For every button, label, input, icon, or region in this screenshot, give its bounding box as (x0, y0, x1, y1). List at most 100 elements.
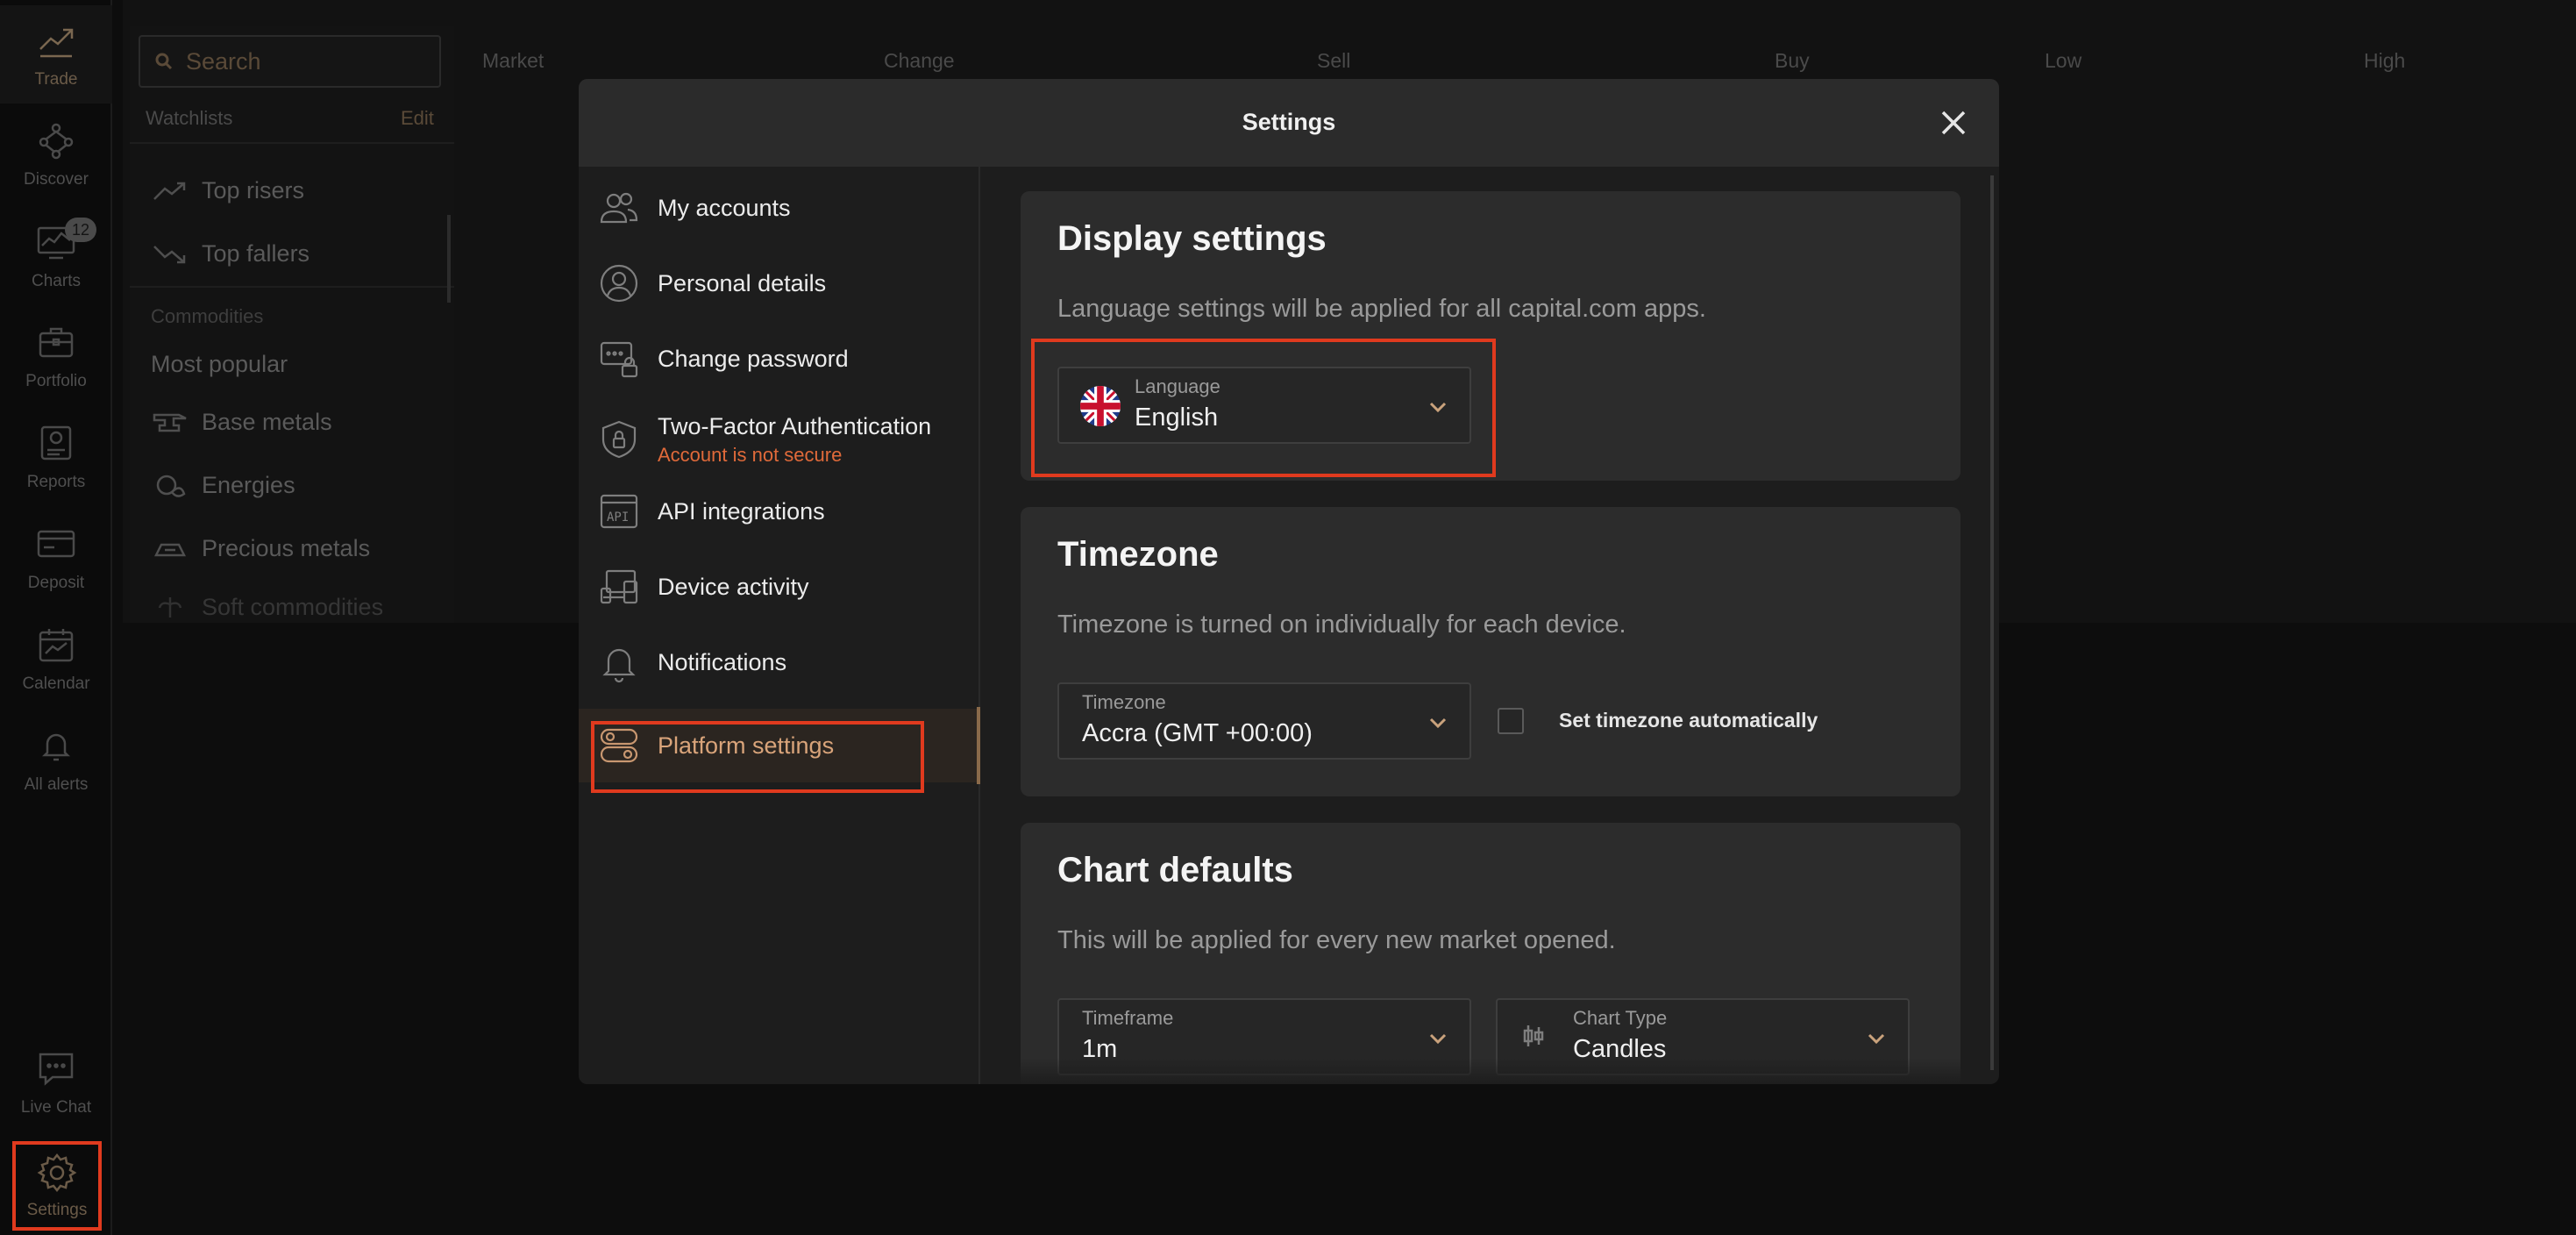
rail-item-deposit[interactable]: Deposit (0, 509, 112, 607)
rail-label-deposit: Deposit (27, 574, 85, 592)
display-settings-card: Display settings Language settings will … (1021, 191, 1960, 481)
column-change[interactable]: Change (884, 49, 955, 73)
rail-item-live-chat[interactable]: Live Chat (0, 1033, 112, 1131)
rail-item-alerts[interactable]: All alerts (0, 710, 112, 809)
rail-label-alerts: All alerts (24, 775, 89, 794)
users-icon (600, 192, 638, 224)
search-icon (155, 53, 173, 70)
chart-defaults-description: This will be applied for every new marke… (1057, 926, 1616, 954)
watchlist-divider (130, 142, 454, 144)
chevron-down-icon (1426, 1026, 1450, 1051)
nav-active-indicator (977, 707, 980, 784)
nav-device-activity[interactable]: Device activity (579, 556, 978, 618)
chart-type-label: Chart Type (1573, 1007, 1668, 1029)
rail-item-portfolio[interactable]: Portfolio (0, 307, 112, 405)
nav-label: Notifications (658, 648, 787, 675)
commodities-section-heading: Commodities (151, 305, 264, 327)
security-warning-text: Account is not secure (658, 443, 843, 466)
watchlist-label: Energies (202, 472, 295, 498)
rail-label-charts: Charts (32, 272, 81, 290)
platform-settings-highlight (591, 721, 924, 793)
shield-lock-icon (601, 420, 637, 459)
watchlist-item-top-fallers[interactable]: Top fallers (153, 240, 310, 268)
settings-nav: My accounts Personal details Change pass… (579, 167, 980, 1084)
gold-bar-icon (153, 543, 187, 556)
nav-two-factor[interactable]: Two-Factor Authentication Account is not … (579, 400, 978, 479)
language-highlight (1031, 339, 1496, 477)
watchlist-item-top-risers[interactable]: Top risers (153, 177, 304, 204)
nav-personal-details[interactable]: Personal details (579, 253, 978, 314)
content-fade (982, 1058, 1982, 1084)
settings-content: Display settings Language settings will … (982, 167, 1982, 1084)
nav-label: Device activity (658, 573, 809, 600)
rail-label-calendar: Calendar (22, 675, 90, 693)
watchlist-item-most-popular[interactable]: Most popular (151, 351, 288, 378)
trend-up-icon (153, 182, 186, 200)
bell-icon (41, 733, 71, 761)
timeframe-label: Timeframe (1082, 1007, 1174, 1029)
plant-icon (158, 597, 182, 618)
watchlist-divider (130, 286, 454, 288)
energy-leaf-icon (156, 475, 186, 497)
rail-item-calendar[interactable]: Calendar (0, 610, 112, 708)
watchlist-scrollbar[interactable] (447, 215, 451, 303)
rail-label-discover: Discover (24, 170, 89, 189)
watchlist-item-soft-commodities[interactable]: Soft commodities (153, 596, 383, 618)
auto-timezone-checkbox[interactable] (1498, 708, 1524, 734)
settings-modal: Settings My accounts Personal details Ch… (579, 79, 1999, 1084)
rail-item-charts[interactable]: Charts (0, 207, 112, 305)
rail-item-settings[interactable]: Settings (12, 1141, 102, 1231)
modal-header: Settings (579, 79, 1999, 167)
column-high[interactable]: High (2364, 49, 2405, 73)
close-button[interactable] (1936, 105, 1971, 140)
watchlist-label: Top fallers (202, 240, 310, 267)
nav-change-password[interactable]: Change password (579, 328, 978, 389)
rail-item-discover[interactable]: Discover (0, 105, 112, 203)
rail-item-reports[interactable]: Reports (0, 408, 112, 506)
modal-title: Settings (1242, 109, 1336, 135)
auto-timezone-label[interactable]: Set timezone automatically (1559, 709, 1818, 732)
column-market[interactable]: Market (482, 49, 544, 73)
chevron-down-icon (1426, 710, 1450, 735)
column-buy[interactable]: Buy (1775, 49, 1810, 73)
market-search[interactable] (139, 35, 441, 88)
chevron-down-icon (1864, 1026, 1889, 1051)
reports-icon (40, 425, 72, 460)
watchlist-item-energies[interactable]: Energies (153, 472, 295, 499)
watchlist-label: Most popular (151, 351, 288, 377)
nav-my-accounts[interactable]: My accounts (579, 177, 978, 239)
rail-item-trade[interactable]: Trade (0, 5, 112, 104)
gear-icon (37, 1153, 77, 1193)
rail-label-reports: Reports (26, 473, 86, 491)
column-sell[interactable]: Sell (1317, 49, 1350, 73)
api-icon: API (600, 494, 638, 529)
left-rail: Trade Discover Charts 12 Portfolio Repor… (0, 0, 112, 1235)
modal-scrollbar[interactable] (1990, 175, 1994, 1070)
watchlist-item-precious-metals[interactable]: Precious metals (153, 535, 370, 562)
rail-label-trade: Trade (34, 70, 78, 89)
watchlist-label: Soft commodities (202, 596, 384, 618)
watchlists-heading: Watchlists (146, 107, 233, 129)
nav-label: Change password (658, 345, 849, 372)
nav-notifications[interactable]: Notifications (579, 632, 978, 693)
timezone-select[interactable]: Timezone Accra (GMT +00:00) (1057, 682, 1471, 760)
trade-icon (39, 28, 74, 58)
charts-badge: 12 (65, 218, 96, 242)
nav-label-two-factor: Two-Factor Authentication Account is not … (658, 413, 931, 467)
rail-label-settings: Settings (26, 1201, 88, 1219)
timezone-card: Timezone Timezone is turned on individua… (1021, 507, 1960, 796)
nav-api-integrations[interactable]: API API integrations (579, 481, 978, 542)
candlestick-icon (1520, 1023, 1547, 1053)
watchlist-label: Base metals (202, 409, 332, 435)
rail-label-live-chat: Live Chat (20, 1098, 92, 1117)
timezone-value: Accra (GMT +00:00) (1082, 719, 1313, 747)
rail-label-portfolio: Portfolio (25, 372, 87, 390)
display-settings-title: Display settings (1057, 219, 1327, 258)
watchlists-edit-link[interactable]: Edit (401, 107, 434, 130)
search-input[interactable] (186, 47, 431, 75)
discover-icon (39, 123, 74, 160)
chart-defaults-card: Chart defaults This will be applied for … (1021, 823, 1960, 1084)
column-low[interactable]: Low (2045, 49, 2081, 73)
timezone-description: Timezone is turned on individually for e… (1057, 610, 1626, 639)
watchlist-item-base-metals[interactable]: Base metals (153, 409, 332, 436)
